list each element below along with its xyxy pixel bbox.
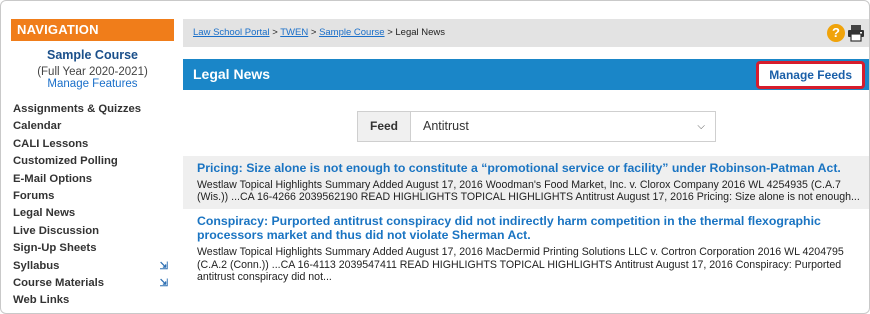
sidebar-item-web-links[interactable]: Web Links xyxy=(11,292,174,309)
course-year: (Full Year 2020-2021) xyxy=(37,66,148,78)
list-item: Pricing: Size alone is not enough to con… xyxy=(183,156,869,210)
news-item-title[interactable]: Conspiracy: Purported antitrust conspira… xyxy=(197,214,861,242)
sidebar-item-customized-polling[interactable]: Customized Polling xyxy=(11,153,174,170)
manage-features-link[interactable]: Manage Features xyxy=(11,78,174,90)
external-link-icon: ⇲ xyxy=(159,277,168,289)
sidebar: NAVIGATION Sample Course (Full Year 2020… xyxy=(11,19,174,313)
app-frame: NAVIGATION Sample Course (Full Year 2020… xyxy=(0,0,870,314)
course-title: Sample Course xyxy=(46,48,138,62)
sidebar-item-label: Legal News xyxy=(13,207,76,220)
list-item: Conspiracy: Purported antitrust conspira… xyxy=(183,209,869,289)
page-title-bar: Legal News Manage Feeds xyxy=(183,59,869,90)
nav-list: Assignments & Quizzes Calendar CALI Less… xyxy=(11,101,174,310)
external-link-icon: ⇲ xyxy=(159,260,168,272)
sidebar-item-label: E-Mail Options xyxy=(13,172,93,185)
sidebar-item-forums[interactable]: Forums xyxy=(11,188,174,205)
main-content: Law School Portal > TWEN > Sample Course… xyxy=(183,19,869,283)
sidebar-item-label: CALI Lessons xyxy=(13,137,89,150)
sidebar-item-label: Syllabus xyxy=(13,259,60,272)
sidebar-item-label: Live Discussion xyxy=(13,224,100,237)
help-icon[interactable]: ? xyxy=(827,24,845,42)
breadcrumb: Law School Portal > TWEN > Sample Course… xyxy=(183,19,869,47)
sidebar-item-syllabus[interactable]: Syllabus ⇲ xyxy=(11,258,174,275)
feed-label: Feed xyxy=(358,112,411,141)
breadcrumb-separator: > xyxy=(310,27,317,38)
news-item-summary: Westlaw Topical Highlights Summary Added… xyxy=(197,246,844,283)
sidebar-item-label: Customized Polling xyxy=(13,155,118,168)
news-results: Pricing: Size alone is not enough to con… xyxy=(183,156,869,289)
nav-header: NAVIGATION xyxy=(11,19,174,41)
sidebar-item-label: Assignments & Quizzes xyxy=(13,103,142,115)
sidebar-item-label: Forums xyxy=(13,189,55,202)
sidebar-item-live-discussion[interactable]: Live Discussion xyxy=(11,223,174,240)
sidebar-item-assignments-quizzes[interactable]: Assignments & Quizzes xyxy=(11,101,174,118)
news-item-summary: Westlaw Topical Highlights Summary Added… xyxy=(197,179,860,204)
feed-select[interactable]: Antitrust ⌵ xyxy=(411,112,715,141)
breadcrumb-link-course[interactable]: Sample Course xyxy=(319,27,384,38)
sidebar-item-course-materials[interactable]: Course Materials ⇲ xyxy=(11,275,174,292)
sidebar-item-sign-up-sheets[interactable]: Sign-Up Sheets xyxy=(11,240,174,257)
sidebar-item-label: Web Links xyxy=(13,294,70,307)
breadcrumb-link-twen[interactable]: TWEN xyxy=(280,27,308,38)
breadcrumb-current: Legal News xyxy=(395,27,446,38)
breadcrumb-link-portal[interactable]: Law School Portal xyxy=(193,27,270,38)
sidebar-item-cali-lessons[interactable]: CALI Lessons xyxy=(11,136,174,153)
manage-feeds-button[interactable]: Manage Feeds xyxy=(756,61,865,89)
chevron-down-icon: ⌵ xyxy=(697,121,705,132)
sidebar-item-label: Calendar xyxy=(13,120,62,133)
sidebar-item-email-options[interactable]: E-Mail Options xyxy=(11,171,174,188)
feed-selected-value: Antitrust xyxy=(423,119,469,133)
breadcrumb-separator: > xyxy=(272,27,278,38)
breadcrumb-separator: > xyxy=(387,27,393,38)
news-item-title[interactable]: Pricing: Size alone is not enough to con… xyxy=(197,161,861,175)
feed-selector: Feed Antitrust ⌵ xyxy=(357,111,716,142)
printer-icon[interactable] xyxy=(847,24,865,42)
sidebar-item-label: Sign-Up Sheets xyxy=(13,242,97,255)
sidebar-item-label: Course Materials xyxy=(13,276,105,289)
sidebar-item-legal-news[interactable]: Legal News xyxy=(11,205,174,222)
sidebar-item-calendar[interactable]: Calendar xyxy=(11,118,174,135)
